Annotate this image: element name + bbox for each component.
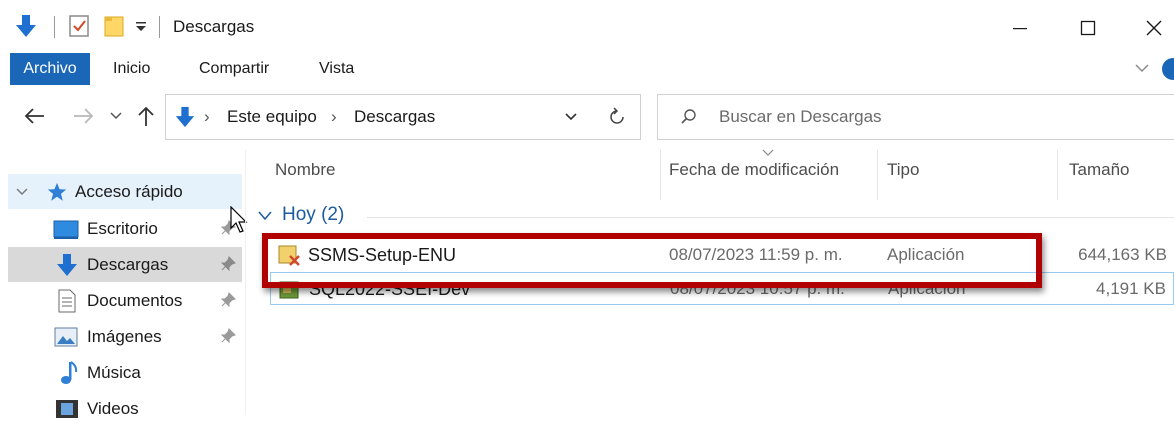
forward-arrow-icon[interactable]: [72, 106, 96, 126]
ribbon-tabs: Archivo Inicio Compartir Vista: [0, 52, 1174, 86]
download-arrow-icon: [57, 254, 77, 276]
breadcrumb-descargas[interactable]: Descargas: [354, 107, 435, 127]
maximize-button[interactable]: [1060, 8, 1116, 48]
nav-label: Imágenes: [87, 327, 162, 346]
nav-label: Escritorio: [87, 219, 158, 238]
nav-item-musica[interactable]: Música: [8, 355, 242, 390]
column-header-nombre[interactable]: Nombre: [275, 160, 335, 180]
annotation-highlight-box: [262, 233, 1042, 288]
nav-label: Documentos: [87, 291, 183, 310]
breadcrumb-este-equipo[interactable]: Este equipo: [227, 107, 317, 127]
file-size: 4,191 KB: [1096, 279, 1166, 298]
up-arrow-icon[interactable]: [136, 105, 156, 127]
nav-label: Acceso rápido: [75, 182, 183, 201]
address-dropdown-icon[interactable]: [564, 112, 578, 122]
nav-label: Videos: [87, 399, 139, 418]
pin-icon[interactable]: [220, 256, 236, 272]
help-icon[interactable]: [1162, 58, 1174, 80]
nav-item-descargas[interactable]: Descargas: [8, 247, 242, 282]
chevron-down-icon[interactable]: [257, 210, 273, 222]
separator: [159, 16, 160, 38]
pin-icon[interactable]: [220, 292, 236, 308]
maximize-icon: [1080, 20, 1096, 36]
nav-label: Descargas: [87, 255, 169, 274]
minimize-icon: [1013, 28, 1027, 30]
tab-vista[interactable]: Vista: [319, 53, 354, 85]
nav-item-escritorio[interactable]: Escritorio: [8, 211, 242, 246]
desktop-icon: [53, 220, 79, 239]
mouse-cursor-icon: [230, 206, 248, 233]
breadcrumb-separator[interactable]: ›: [331, 107, 337, 127]
refresh-button[interactable]: [594, 94, 641, 140]
nav-label: Música: [87, 363, 141, 382]
search-input[interactable]: Buscar en Descargas: [657, 94, 1174, 140]
music-note-icon: [61, 361, 78, 384]
customize-toolbar-icon[interactable]: [135, 22, 147, 32]
window-title: Descargas: [173, 17, 255, 36]
column-header-tipo[interactable]: Tipo: [887, 160, 919, 180]
nav-item-acceso-rapido[interactable]: Acceso rápido: [8, 174, 242, 209]
pane-divider: [245, 150, 246, 415]
download-arrow-icon[interactable]: [14, 14, 38, 38]
column-separator[interactable]: [660, 150, 661, 200]
group-divider: [367, 217, 1174, 218]
close-icon: [1146, 20, 1162, 36]
column-header-tamano[interactable]: Tamaño: [1069, 160, 1129, 180]
column-separator[interactable]: [877, 150, 878, 200]
nav-item-videos[interactable]: Videos: [8, 391, 242, 426]
navigation-pane: Acceso rápido Escritorio Descargas Docum…: [0, 150, 244, 418]
close-button[interactable]: [1126, 8, 1174, 48]
search-icon: [681, 109, 696, 124]
expand-ribbon-icon[interactable]: [1134, 62, 1150, 74]
back-arrow-icon[interactable]: [22, 106, 46, 126]
title-bar: Descargas: [0, 0, 1174, 56]
new-folder-icon[interactable]: [103, 14, 125, 38]
recent-locations-icon[interactable]: [109, 111, 123, 121]
navigation-bar: › Este equipo › Descargas Buscar en Desc…: [0, 94, 1174, 142]
chevron-down-icon[interactable]: [16, 187, 28, 197]
column-separator[interactable]: [1057, 150, 1058, 200]
sort-descending-icon: [762, 149, 774, 156]
file-size: 644,163 KB: [1078, 245, 1167, 264]
pictures-icon: [54, 327, 78, 347]
nav-item-imagenes[interactable]: Imágenes: [8, 319, 242, 354]
group-header[interactable]: Hoy (2): [282, 204, 344, 226]
properties-icon[interactable]: [68, 14, 90, 38]
column-header-fecha[interactable]: Fecha de modificación: [669, 160, 839, 180]
document-icon: [58, 289, 76, 313]
tab-inicio[interactable]: Inicio: [113, 53, 150, 85]
refresh-icon: [610, 107, 624, 124]
minimize-button[interactable]: [992, 8, 1048, 48]
tab-archivo[interactable]: Archivo: [10, 53, 90, 85]
nav-item-documentos[interactable]: Documentos: [8, 283, 242, 318]
address-bar[interactable]: › Este equipo › Descargas: [165, 94, 595, 140]
download-arrow-icon: [175, 106, 195, 128]
separator: [54, 16, 55, 38]
breadcrumb-separator[interactable]: ›: [204, 107, 210, 127]
film-icon: [56, 400, 78, 418]
star-icon: [47, 182, 67, 201]
search-placeholder: Buscar en Descargas: [719, 107, 882, 126]
tab-compartir[interactable]: Compartir: [199, 53, 269, 85]
pin-icon[interactable]: [220, 328, 236, 344]
